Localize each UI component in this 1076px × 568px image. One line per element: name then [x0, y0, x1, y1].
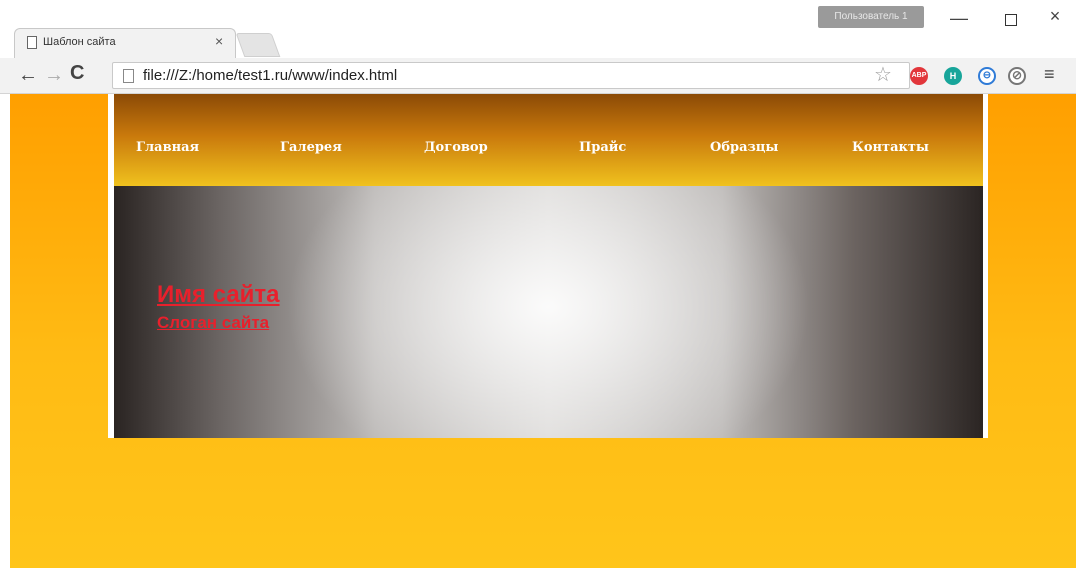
browser-toolbar: ← → C file:///Z:/home/test1.ru/www/index…	[0, 58, 1076, 94]
site-name-link[interactable]: Имя сайта	[157, 281, 280, 309]
bookmark-star-icon[interactable]: ☆	[874, 62, 892, 87]
maximize-icon	[1005, 14, 1017, 26]
nav-link-contacts[interactable]: Контакты	[852, 140, 929, 155]
address-url[interactable]: file:///Z:/home/test1.ru/www/index.html	[143, 67, 397, 84]
reload-button[interactable]: C	[70, 62, 84, 85]
address-bar[interactable]: file:///Z:/home/test1.ru/www/index.html	[112, 62, 910, 89]
new-tab-button[interactable]	[235, 33, 281, 57]
user-profile-badge[interactable]: Пользователь 1	[818, 6, 924, 28]
h-extension-icon[interactable]: H	[944, 67, 962, 85]
site-container: Главная Галерея Договор Прайс Образцы Ко…	[108, 94, 988, 438]
nav-link-samples[interactable]: Образцы	[710, 140, 778, 155]
adblock-plus-icon[interactable]: ABP	[910, 67, 928, 85]
browser-titlebar: Шаблон сайта × Пользователь 1 — ×	[0, 0, 1076, 58]
tab-title: Шаблон сайта	[43, 36, 116, 48]
site-slogan-link[interactable]: Слоган сайта	[157, 313, 269, 333]
nav-link-prices[interactable]: Прайс	[579, 140, 626, 155]
page-icon	[27, 36, 37, 49]
sync-extension-icon[interactable]: ⊖	[978, 67, 996, 85]
tab-close-icon[interactable]: ×	[215, 33, 223, 49]
block-extension-icon[interactable]: ⊘	[1008, 67, 1026, 85]
site-navbar: Главная Галерея Договор Прайс Образцы Ко…	[114, 94, 983, 186]
forward-button[interactable]: →	[44, 64, 64, 87]
browser-menu-icon[interactable]: ≡	[1044, 64, 1055, 85]
browser-tab[interactable]: Шаблон сайта ×	[14, 28, 236, 58]
nav-link-contract[interactable]: Договор	[424, 140, 488, 155]
back-button[interactable]: ←	[18, 64, 38, 87]
maximize-button[interactable]	[996, 8, 1026, 30]
close-window-button[interactable]: ×	[1040, 6, 1070, 28]
nav-link-gallery[interactable]: Галерея	[280, 140, 342, 155]
site-header-banner: Имя сайта Слоган сайта	[114, 186, 983, 438]
page-viewport: Главная Галерея Договор Прайс Образцы Ко…	[10, 94, 1076, 568]
file-icon	[123, 69, 134, 83]
nav-link-home[interactable]: Главная	[136, 140, 199, 155]
minimize-button[interactable]: —	[944, 8, 974, 30]
